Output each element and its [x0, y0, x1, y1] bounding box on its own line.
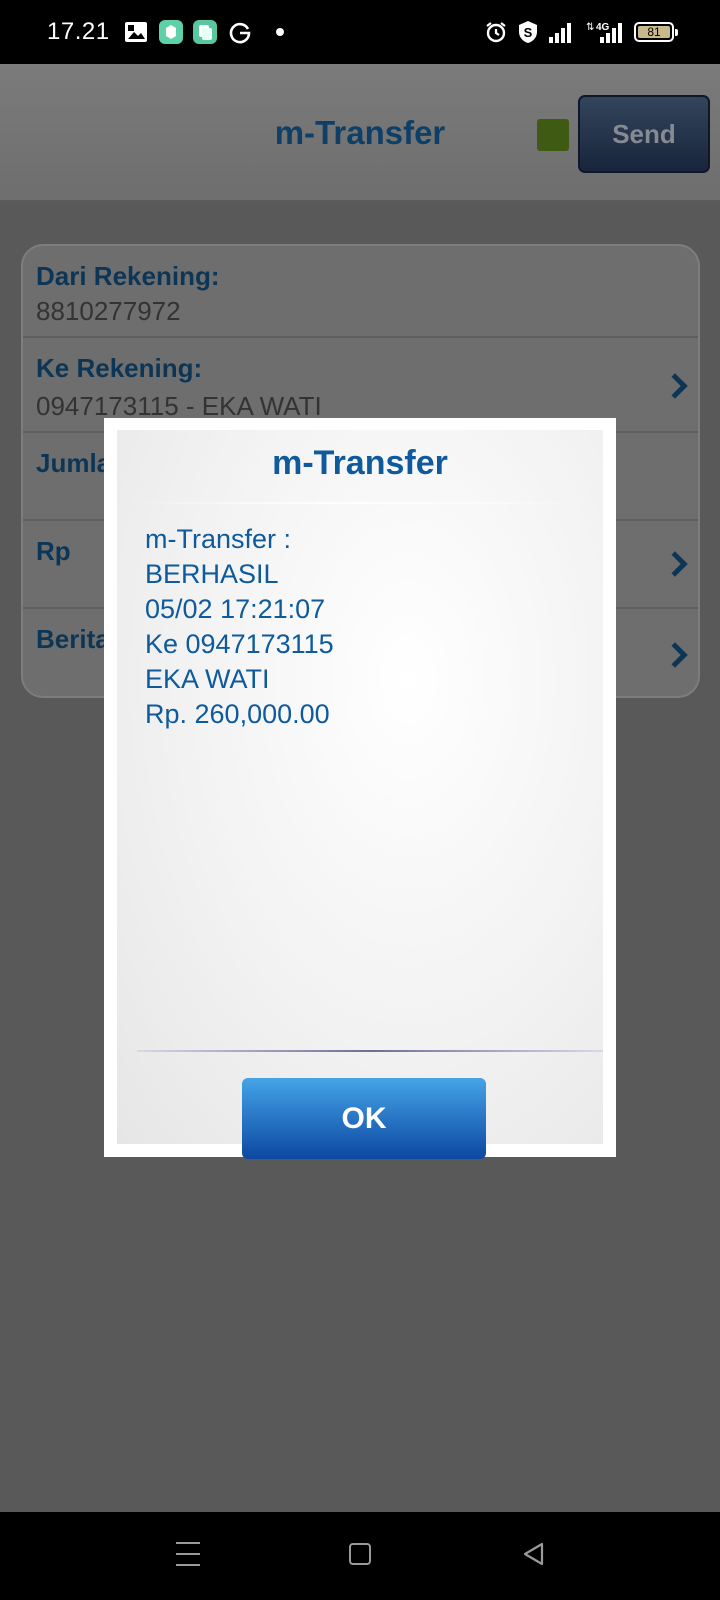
amount-label: Rp — [36, 536, 71, 566]
data-signal-icon: ⇅ 4G — [586, 22, 622, 43]
message-line: EKA WATI — [145, 664, 270, 694]
alarm-icon — [486, 22, 506, 43]
copy-icon — [193, 20, 217, 44]
gallery-icon — [125, 22, 147, 42]
svg-text:S: S — [524, 25, 533, 40]
status-bar: 17.21 S ⇅ 4G 81 — [0, 0, 720, 64]
message-line: BERHASIL — [145, 559, 279, 589]
back-icon[interactable] — [521, 1541, 547, 1567]
navigation-bar — [0, 1512, 720, 1600]
dot-icon — [276, 28, 284, 36]
message-line: Ke 0947173115 — [145, 629, 334, 659]
amount-type-label: Jumla — [36, 448, 112, 478]
message-line: m-Transfer : — [145, 524, 292, 554]
signal-icon — [549, 23, 571, 43]
form-row-from-account: Dari Rekening: 8810277972 — [23, 246, 698, 338]
result-dialog: m-Transfer m-Transfer : BERHASIL 05/02 1… — [104, 418, 616, 1159]
divider — [137, 1050, 603, 1052]
divider — [137, 502, 583, 504]
from-account-label: Dari Rekening: — [36, 261, 220, 291]
send-button[interactable]: Send — [578, 95, 710, 173]
dialog-message: m-Transfer : BERHASIL 05/02 17:21:07 Ke … — [145, 522, 334, 732]
svg-text:4G: 4G — [596, 22, 610, 33]
svg-text:⇅: ⇅ — [586, 22, 594, 33]
shield-s-icon: S — [519, 21, 537, 43]
chevron-right-icon — [662, 551, 688, 577]
chevron-right-icon — [662, 642, 688, 668]
home-icon[interactable] — [349, 1543, 371, 1565]
from-account-value: 8810277972 — [36, 296, 181, 326]
ok-button[interactable]: OK — [242, 1078, 486, 1159]
app-header: m-Transfer Send — [0, 64, 720, 202]
status-indicator — [537, 119, 569, 151]
dialog-body: m-Transfer m-Transfer : BERHASIL 05/02 1… — [117, 430, 603, 1159]
chevron-right-icon — [662, 373, 688, 399]
battery-icon: 81 — [634, 22, 678, 42]
message-label: Berita — [36, 624, 110, 654]
battery-level: 81 — [638, 26, 670, 38]
status-time: 17.21 — [47, 18, 110, 45]
app-icon — [159, 20, 183, 44]
menu-icon[interactable] — [176, 1542, 200, 1566]
g-icon — [229, 22, 251, 44]
to-account-label: Ke Rekening: — [36, 353, 203, 383]
message-line: 05/02 17:21:07 — [145, 594, 326, 624]
dialog-title: m-Transfer — [272, 444, 448, 482]
message-line: Rp. 260,000.00 — [145, 699, 330, 729]
